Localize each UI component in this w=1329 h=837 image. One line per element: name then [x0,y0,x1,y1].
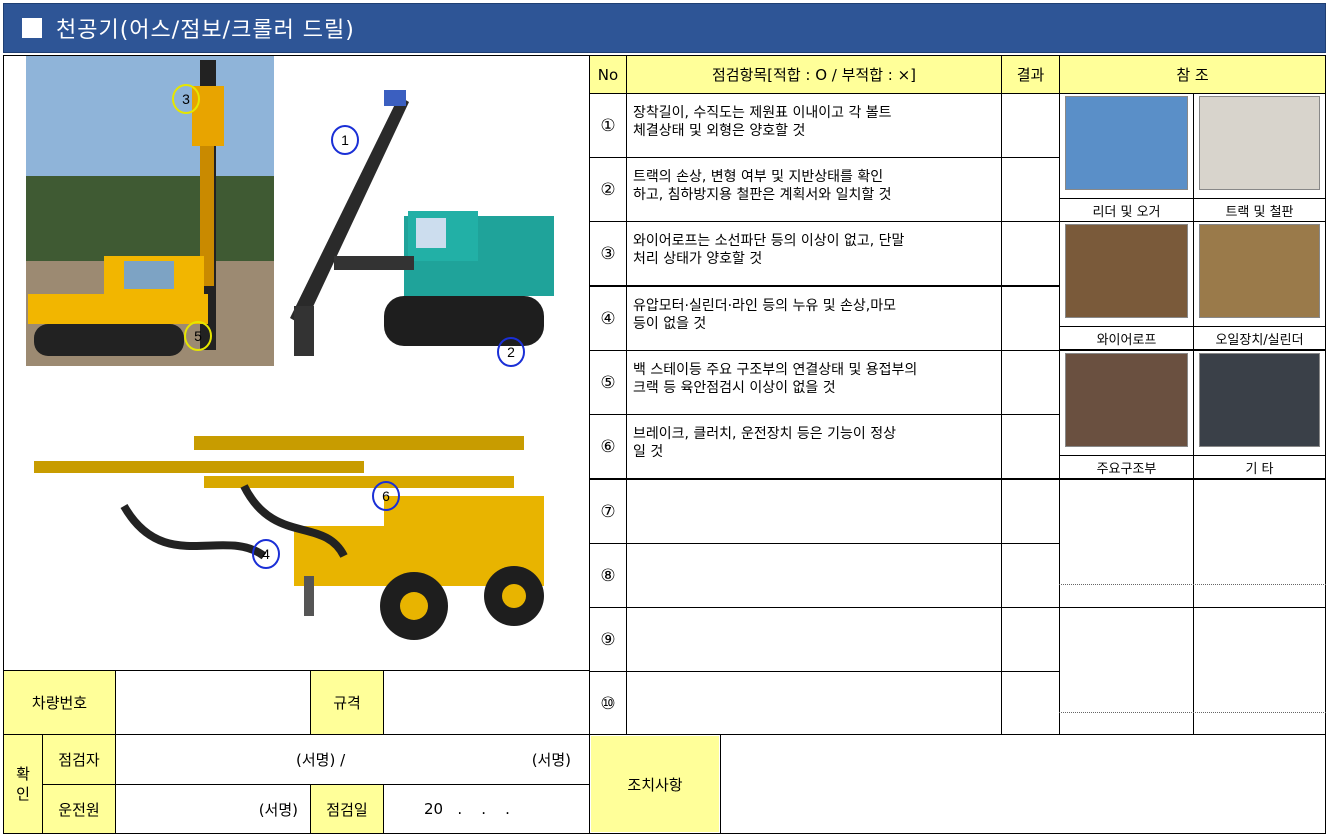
reference-photo [1065,353,1188,447]
row-number: ⑩ [589,671,627,736]
row-number: ⑨ [589,607,627,672]
title-bar: 천공기(어스/점보/크롤러 드릴) [3,3,1326,53]
operator-sign-text: (서명) [258,800,298,819]
reference-photo [1199,96,1320,190]
col-item-header: 점검항목[적합 : O / 부적합 : ×] [626,55,1002,94]
inspection-item-text: 유압모터·실린더·라인 등의 누유 및 손상,마모 등이 없을 것 [626,286,1002,351]
reference-photo [1065,224,1188,318]
inspector-sign-text: (서명) / [296,751,346,769]
inspection-item-text: 브레이크, 클러치, 운전장치 등은 기능이 정상 일 것 [626,414,1002,479]
reference-cell [1059,607,1194,736]
inspector-sign-text-2: (서명) [531,751,571,769]
result-cell[interactable] [1001,286,1060,351]
reference-label: 리더 및 오거 [1059,198,1194,221]
result-cell[interactable] [1001,607,1060,672]
reference-cell [1059,479,1194,608]
jumbo-drill-photo [34,436,544,640]
reference-label-divider [1193,712,1326,713]
inspection-item-text: 와이어로프는 소선파단 등의 이상이 없고, 단말 처리 상태가 양호할 것 [626,221,1002,286]
auger-drill-photo [26,56,274,366]
reference-label: 오일장치/실린더 [1193,326,1326,349]
result-cell[interactable] [1001,93,1060,158]
row-number: ⑧ [589,543,627,608]
reference-cell [1193,607,1326,736]
reference-label-divider [1059,712,1194,713]
operator-sign-field[interactable]: (서명) [115,784,311,834]
result-cell[interactable] [1001,157,1060,222]
row-number: ⑤ [589,350,627,415]
inspection-item-text [626,671,1002,736]
marker-1-label: 1 [341,132,349,148]
col-ref-header: 참 조 [1059,55,1326,94]
result-cell[interactable] [1001,414,1060,479]
marker-5-label: 5 [194,328,202,344]
col-result-header: 결과 [1001,55,1060,94]
reference-label: 트랙 및 철판 [1193,198,1326,221]
vehicle-no-label: 차량번호 [3,670,116,735]
vehicle-no-field[interactable] [115,670,311,735]
date-field[interactable]: 20 . . . [383,784,590,834]
equipment-photos: 1 2 3 4 5 6 [4,56,589,670]
reference-cell [1193,479,1326,608]
reference-photo [1199,224,1320,318]
inspection-item-text [626,543,1002,608]
inspection-item-text: 장착길이, 수직도는 제원표 이내이고 각 볼트 체결상태 및 외형은 양호할 … [626,93,1002,158]
marker-2-label: 2 [507,344,515,360]
reference-label-divider [1059,584,1194,585]
row-number: ② [589,157,627,222]
result-cell[interactable] [1001,221,1060,286]
reference-label: 기 타 [1193,455,1326,478]
date-label: 점검일 [310,784,384,834]
action-label: 조치사항 [591,736,719,832]
marker-3-label: 3 [182,91,190,107]
result-cell[interactable] [1001,350,1060,415]
result-cell[interactable] [1001,543,1060,608]
confirm-label: 확 인 [3,734,43,834]
col-no-header: No [589,55,627,94]
equipment-illustration: 1 2 3 4 5 6 [26,56,554,640]
spec-field[interactable] [383,670,590,735]
reference-label: 와이어로프 [1059,326,1194,349]
marker-6-label: 6 [382,488,390,504]
square-icon [22,18,42,38]
operator-label: 운전원 [42,784,116,834]
result-cell[interactable] [1001,671,1060,736]
marker-4-label: 4 [262,546,270,562]
row-number: ① [589,93,627,158]
inspection-item-text [626,607,1002,672]
inspection-item-text: 트랙의 손상, 변형 여부 및 지반상태를 확인 하고, 침하방지용 철판은 계… [626,157,1002,222]
reference-photo [1199,353,1320,447]
page-title: 천공기(어스/점보/크롤러 드릴) [56,18,355,43]
row-number: ④ [589,286,627,351]
spec-label: 규격 [310,670,384,735]
reference-label-divider [1193,584,1326,585]
inspection-item-text [626,479,1002,544]
reference-label: 주요구조부 [1059,455,1194,478]
inspector-label: 점검자 [42,734,116,785]
crawler-drill-photo [290,90,554,356]
row-number: ⑥ [589,414,627,479]
inspector-sign-field[interactable]: (서명) / (서명) [115,734,590,785]
result-cell[interactable] [1001,479,1060,544]
action-field[interactable] [720,734,1326,834]
action-label-box: 조치사항 [589,734,721,834]
row-number: ③ [589,221,627,286]
inspection-item-text: 백 스테이등 주요 구조부의 연결상태 및 용접부의 크랙 등 육안점검시 이상… [626,350,1002,415]
reference-photo [1065,96,1188,190]
row-number: ⑦ [589,479,627,544]
